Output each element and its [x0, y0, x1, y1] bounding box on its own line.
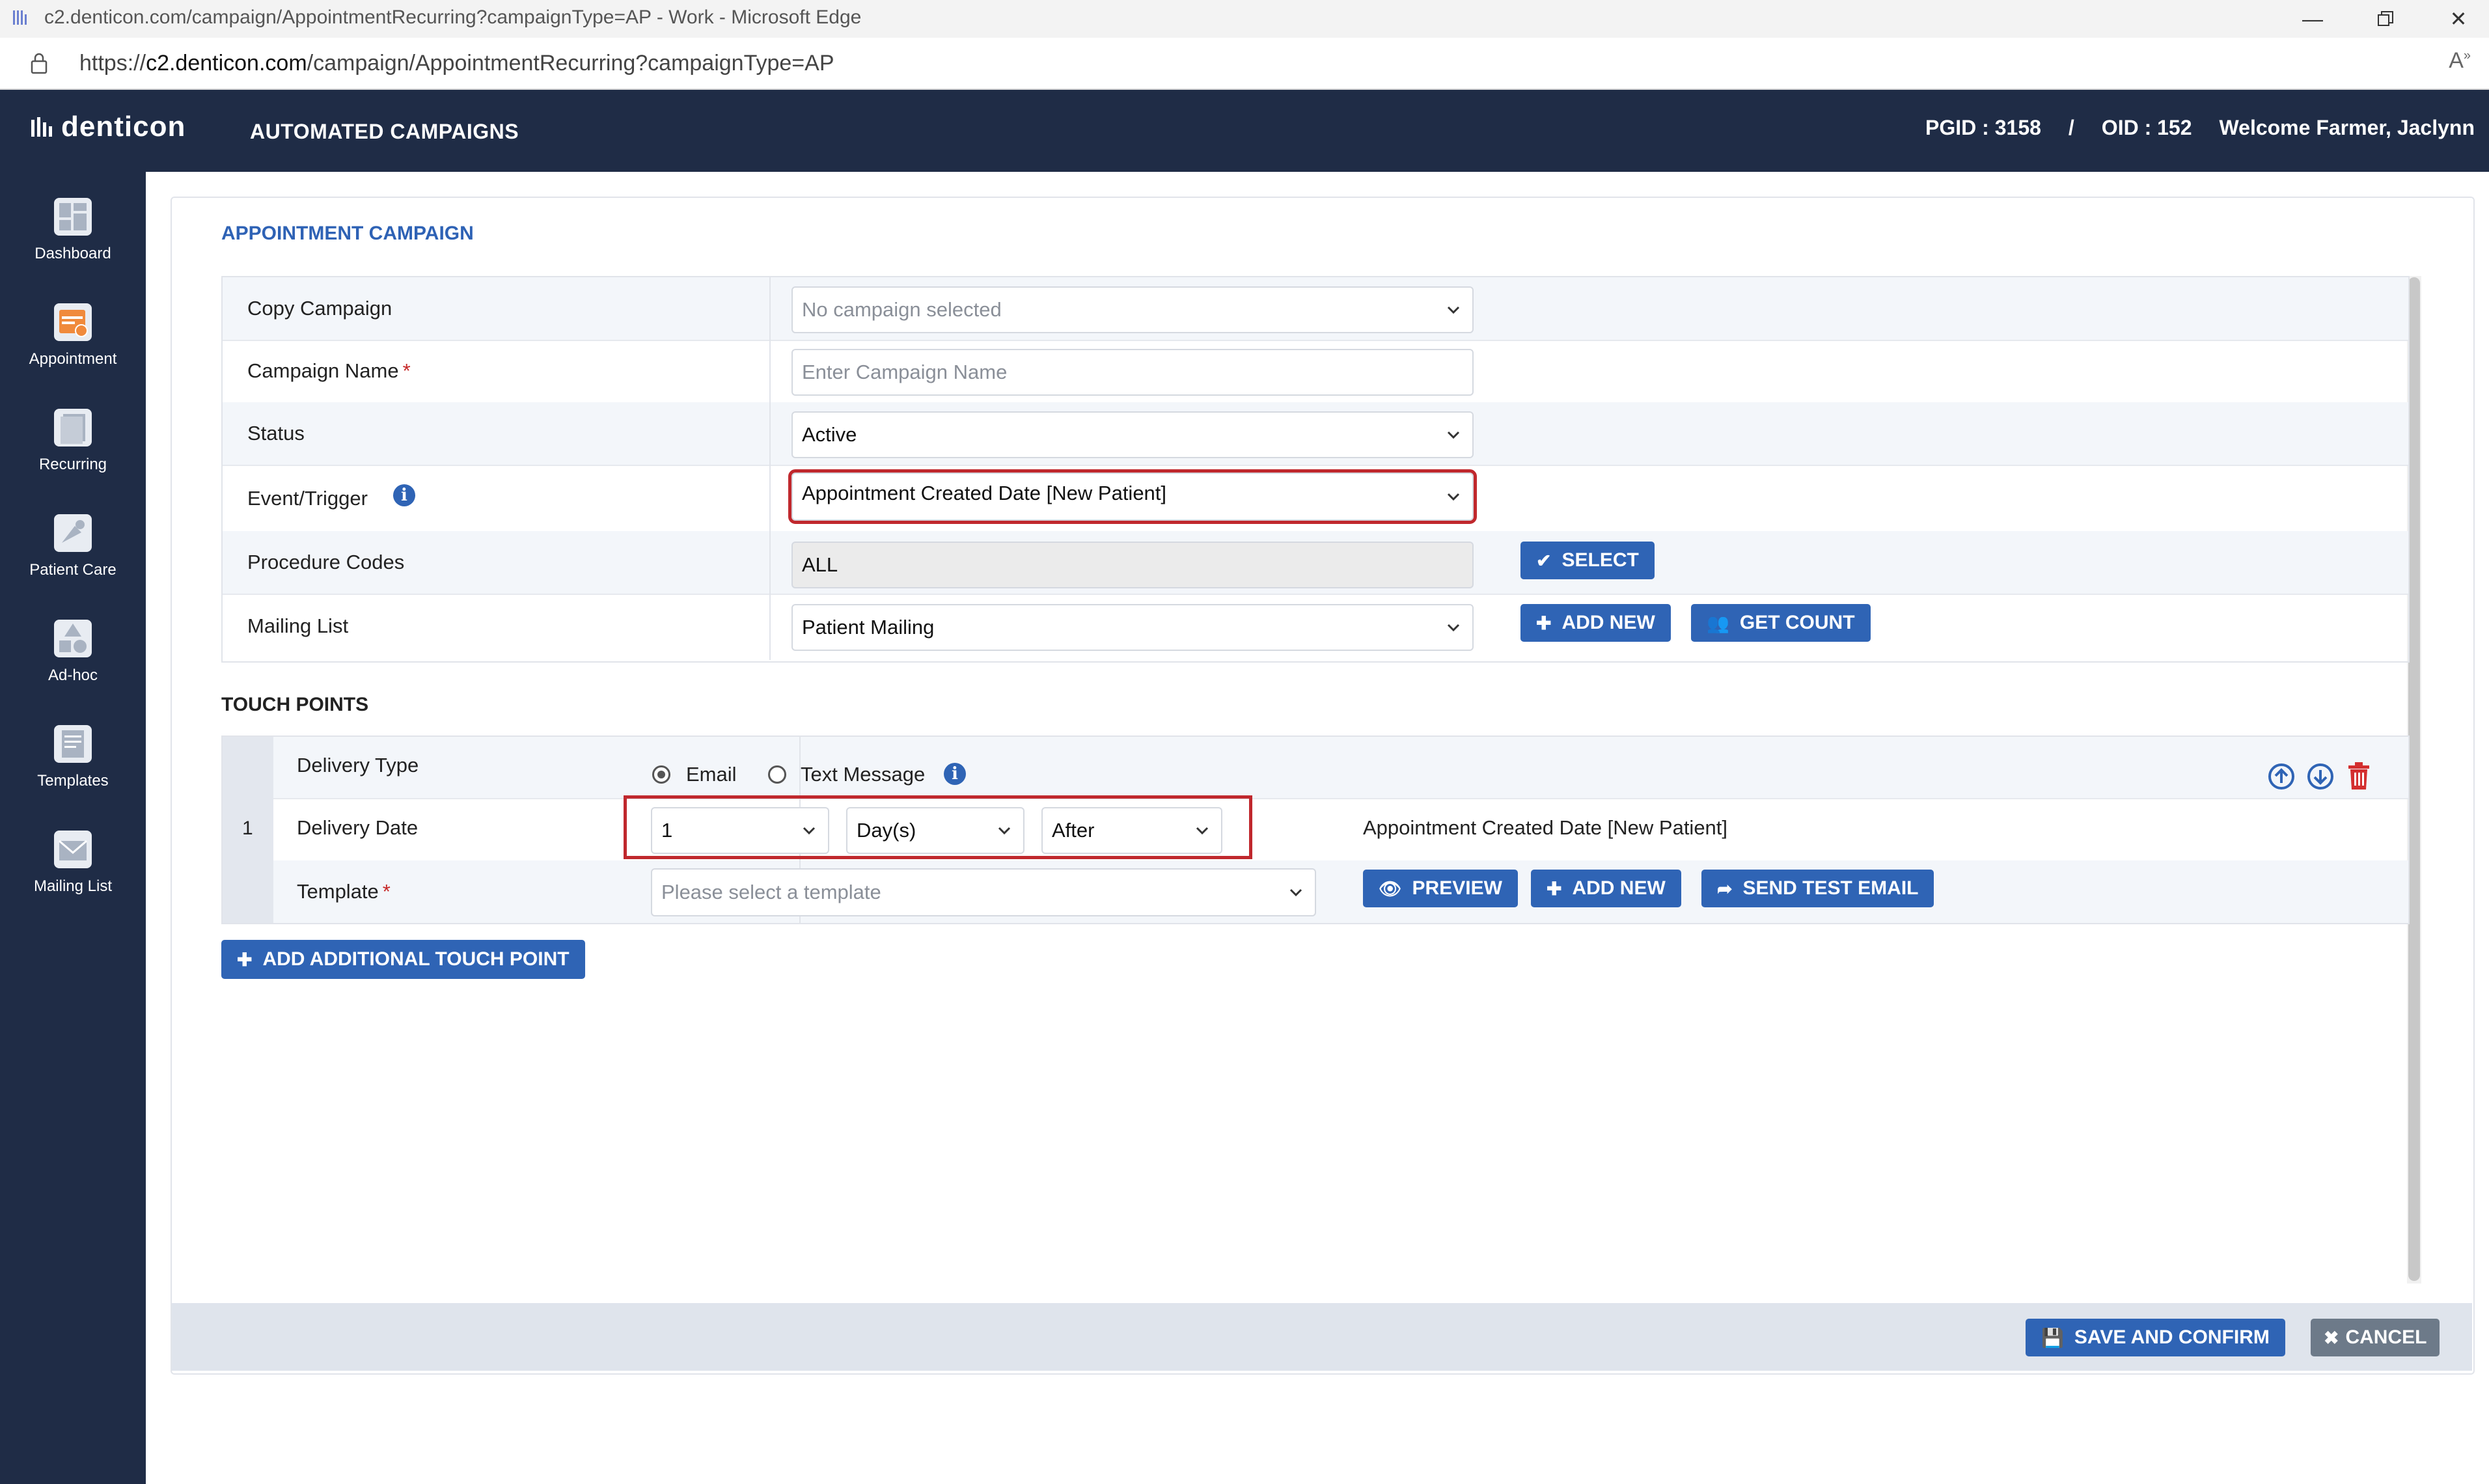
restore-button[interactable] [2363, 3, 2408, 35]
chevron-down-icon [1196, 827, 1209, 835]
delivery-date-row: Delivery Date [273, 798, 2408, 862]
sidebar-item-recurring[interactable]: Recurring [0, 407, 146, 474]
template-label: Template * [297, 880, 391, 903]
browser-tab-icon [13, 10, 27, 25]
delivery-date-label: Delivery Date [297, 816, 419, 839]
chevron-down-icon [998, 827, 1011, 835]
welcome-user[interactable]: Welcome Farmer, Jaclynn [2220, 116, 2475, 140]
send-test-email-button[interactable]: ➦ SEND TEST EMAIL [1701, 870, 1934, 907]
read-aloud-icon[interactable]: A» [2449, 48, 2471, 74]
sidebar-item-appointment[interactable]: Appointment [0, 302, 146, 368]
patient-care-icon [54, 514, 92, 552]
get-count-button[interactable]: 👥 GET COUNT [1691, 604, 1871, 642]
template-select[interactable]: Please select a template [651, 868, 1316, 916]
url-text[interactable]: https://c2.denticon.com/campaign/Appoint… [79, 51, 834, 76]
save-and-confirm-button[interactable]: 💾 SAVE AND CONFIRM [2026, 1319, 2285, 1356]
section-title-touch-points: TOUCH POINTS [221, 694, 369, 715]
plus-icon: ✚ [1536, 612, 1552, 633]
delivery-type-row: Delivery Type [273, 737, 2408, 799]
event-trigger-select[interactable]: Appointment Created Date [New Patient] [788, 469, 1477, 524]
chevron-down-icon [1447, 624, 1460, 632]
add-new-mailing-list-button[interactable]: ✚ ADD NEW [1520, 604, 1671, 642]
add-new-template-button[interactable]: ✚ ADD NEW [1531, 870, 1681, 907]
preview-button[interactable]: 👁 PREVIEW [1363, 870, 1518, 907]
scrollbar-thumb[interactable] [2408, 277, 2420, 1281]
event-trigger-info-icon[interactable]: i [393, 484, 415, 506]
section-title-appointment-campaign: APPOINTMENT CAMPAIGN [221, 223, 474, 244]
dashboard-icon [54, 198, 92, 236]
sidebar: Dashboard Appointment Recurring Patient … [0, 172, 146, 1484]
text-message-radio-label[interactable]: Text Message [801, 763, 925, 786]
close-window-button[interactable]: ✕ [2436, 3, 2481, 35]
status-select[interactable]: Active [791, 411, 1474, 458]
oid-label: OID : 152 [2101, 116, 2192, 139]
touch-point-number: 1 [223, 737, 273, 923]
app-title: AUTOMATED CAMPAIGNS [250, 120, 519, 143]
users-icon: 👥 [1707, 612, 1729, 633]
restore-icon [2378, 11, 2393, 26]
campaign-name-input[interactable]: Enter Campaign Name [791, 349, 1474, 396]
save-icon: 💾 [2041, 1327, 2064, 1348]
sidebar-item-ad-hoc[interactable]: Ad-hoc [0, 618, 146, 685]
pgid-label: PGID : 3158 [1925, 116, 2041, 139]
templates-icon [54, 725, 92, 763]
cancel-button[interactable]: ✖ CANCEL [2311, 1319, 2440, 1356]
logo-bars-icon [31, 117, 52, 137]
chevron-down-icon [1289, 888, 1302, 897]
denticon-logo[interactable]: denticon [31, 109, 186, 144]
copy-campaign-label: Copy Campaign [247, 297, 392, 320]
delivery-type-label: Delivery Type [297, 754, 419, 776]
minimize-button[interactable]: — [2290, 3, 2335, 35]
text-message-info-icon[interactable]: i [944, 763, 966, 785]
sidebar-item-patient-care[interactable]: Patient Care [0, 513, 146, 579]
chevron-down-icon [803, 827, 816, 835]
close-icon: ✖ [2324, 1327, 2339, 1348]
email-radio-label[interactable]: Email [686, 763, 737, 786]
recurring-icon [54, 409, 92, 447]
plus-icon: ✚ [1547, 878, 1562, 899]
email-radio[interactable] [652, 765, 670, 784]
sidebar-item-mailing-list[interactable]: Mailing List [0, 829, 146, 896]
sidebar-item-templates[interactable]: Templates [0, 724, 146, 790]
appointment-icon [54, 303, 92, 341]
procedure-codes-label: Procedure Codes [247, 551, 405, 573]
delivery-relation-select[interactable]: After [1041, 807, 1222, 854]
template-row: Template * [273, 860, 2408, 923]
move-up-icon[interactable] [2268, 763, 2295, 790]
chevron-down-icon [1447, 431, 1460, 439]
delivery-amount-select[interactable]: 1 [651, 807, 829, 854]
header-separator: / [2068, 116, 2074, 139]
chevron-down-icon [1447, 306, 1460, 314]
mailing-list-select[interactable]: Patient Mailing [791, 604, 1474, 651]
form-column-divider [769, 277, 771, 660]
procedure-codes-field: ALL [791, 542, 1474, 588]
address-bar[interactable]: https://c2.denticon.com/campaign/Appoint… [0, 38, 2489, 90]
select-procedure-codes-button[interactable]: ✔ SELECT [1520, 542, 1655, 579]
copy-campaign-select[interactable]: No campaign selected [791, 286, 1474, 333]
mailing-list-label: Mailing List [247, 614, 349, 637]
chevron-down-icon [1447, 493, 1460, 501]
add-additional-touch-point-button[interactable]: ✚ ADD ADDITIONAL TOUCH POINT [221, 940, 585, 979]
check-icon: ✔ [1536, 550, 1552, 571]
delivery-trigger-text: Appointment Created Date [New Patient] [1363, 816, 1728, 839]
delivery-unit-select[interactable]: Day(s) [846, 807, 1024, 854]
move-down-icon[interactable] [2307, 763, 2334, 790]
plus-icon: ✚ [237, 949, 253, 970]
app-header: denticon AUTOMATED CAMPAIGNS PGID : 3158… [0, 90, 2489, 172]
status-label: Status [247, 422, 305, 445]
text-message-radio[interactable] [768, 765, 786, 784]
window-title: c2.denticon.com/campaign/AppointmentRecu… [44, 7, 862, 28]
mailing-list-icon [54, 831, 92, 868]
browser-title-bar: c2.denticon.com/campaign/AppointmentRecu… [0, 0, 2489, 38]
eye-icon: 👁 [1379, 878, 1402, 899]
sidebar-item-dashboard[interactable]: Dashboard [0, 197, 146, 263]
event-trigger-label: Event/Trigger [247, 487, 368, 510]
campaign-name-label: Campaign Name * [247, 359, 411, 382]
lock-icon [31, 53, 48, 74]
trash-icon[interactable] [2347, 762, 2371, 790]
ad-hoc-icon [54, 620, 92, 657]
share-icon: ➦ [1717, 878, 1733, 899]
